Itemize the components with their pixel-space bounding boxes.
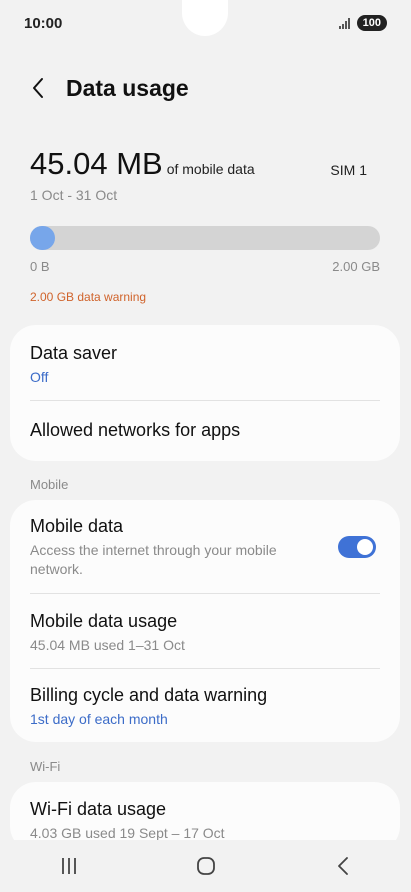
billing-cycle-row[interactable]: Billing cycle and data warning 1st day o… (30, 685, 380, 729)
data-saver-title: Data saver (30, 343, 118, 363)
divider (30, 593, 380, 594)
back-icon (337, 857, 348, 875)
wifi-data-usage-title: Wi-Fi data usage (30, 799, 167, 819)
divider (30, 668, 380, 669)
status-time: 10:00 (24, 14, 63, 32)
usage-summary: 45.04 MB of mobile data (30, 146, 255, 182)
recents-button[interactable] (39, 846, 99, 886)
data-saver-status: Off (30, 369, 49, 385)
navigation-bar (0, 840, 411, 892)
section-header-wifi: Wi-Fi (30, 759, 61, 774)
mobile-data-toggle[interactable] (338, 536, 376, 558)
app-bar: Data usage (0, 64, 411, 112)
usage-amount: 45.04 MB (30, 146, 163, 181)
general-settings-card: Data saver Off Allowed networks for apps (10, 325, 400, 461)
usage-progress-bar (30, 226, 380, 250)
wifi-data-usage-row[interactable]: Wi-Fi data usage 4.03 GB used 19 Sept – … (30, 799, 380, 843)
recents-icon (61, 858, 76, 874)
sim-selector[interactable]: SIM 1 (330, 162, 367, 178)
allowed-networks-row[interactable]: Allowed networks for apps (30, 420, 380, 441)
allowed-networks-title: Allowed networks for apps (30, 420, 241, 440)
home-button[interactable] (176, 846, 236, 886)
mobile-settings-card: Mobile data Access the internet through … (10, 500, 400, 742)
mobile-data-usage-title: Mobile data usage (30, 611, 178, 631)
mobile-data-usage-row[interactable]: Mobile data usage 45.04 MB used 1–31 Oct (30, 611, 380, 655)
status-icons: 100 (338, 15, 387, 31)
progress-min-label: 0 B (30, 259, 50, 274)
billing-cycle-subtitle: 1st day of each month (30, 711, 168, 727)
mobile-data-description: Access the internet through your mobile … (30, 542, 277, 577)
signal-icon (338, 17, 350, 29)
billing-cycle-title: Billing cycle and data warning (30, 685, 268, 705)
section-header-mobile: Mobile (30, 477, 69, 492)
mobile-data-row[interactable]: Mobile data Access the internet through … (30, 516, 320, 579)
toggle-knob (357, 539, 373, 555)
chevron-left-icon (33, 78, 43, 98)
data-saver-row[interactable]: Data saver Off (30, 343, 380, 387)
progress-max-label: 2.00 GB (332, 259, 380, 274)
mobile-data-title: Mobile data (30, 516, 124, 536)
mobile-data-usage-subtitle: 45.04 MB used 1–31 Oct (30, 637, 185, 653)
battery-badge: 100 (356, 15, 387, 31)
divider (30, 400, 380, 401)
home-icon (196, 857, 215, 875)
usage-period: 1 Oct - 31 Oct (30, 187, 118, 203)
data-warning-label: 2.00 GB data warning (30, 290, 147, 304)
nav-back-button[interactable] (313, 846, 373, 886)
page-title: Data usage (66, 74, 189, 101)
usage-progress-fill (30, 226, 55, 250)
usage-suffix: of mobile data (166, 161, 255, 177)
back-button[interactable] (26, 76, 50, 100)
